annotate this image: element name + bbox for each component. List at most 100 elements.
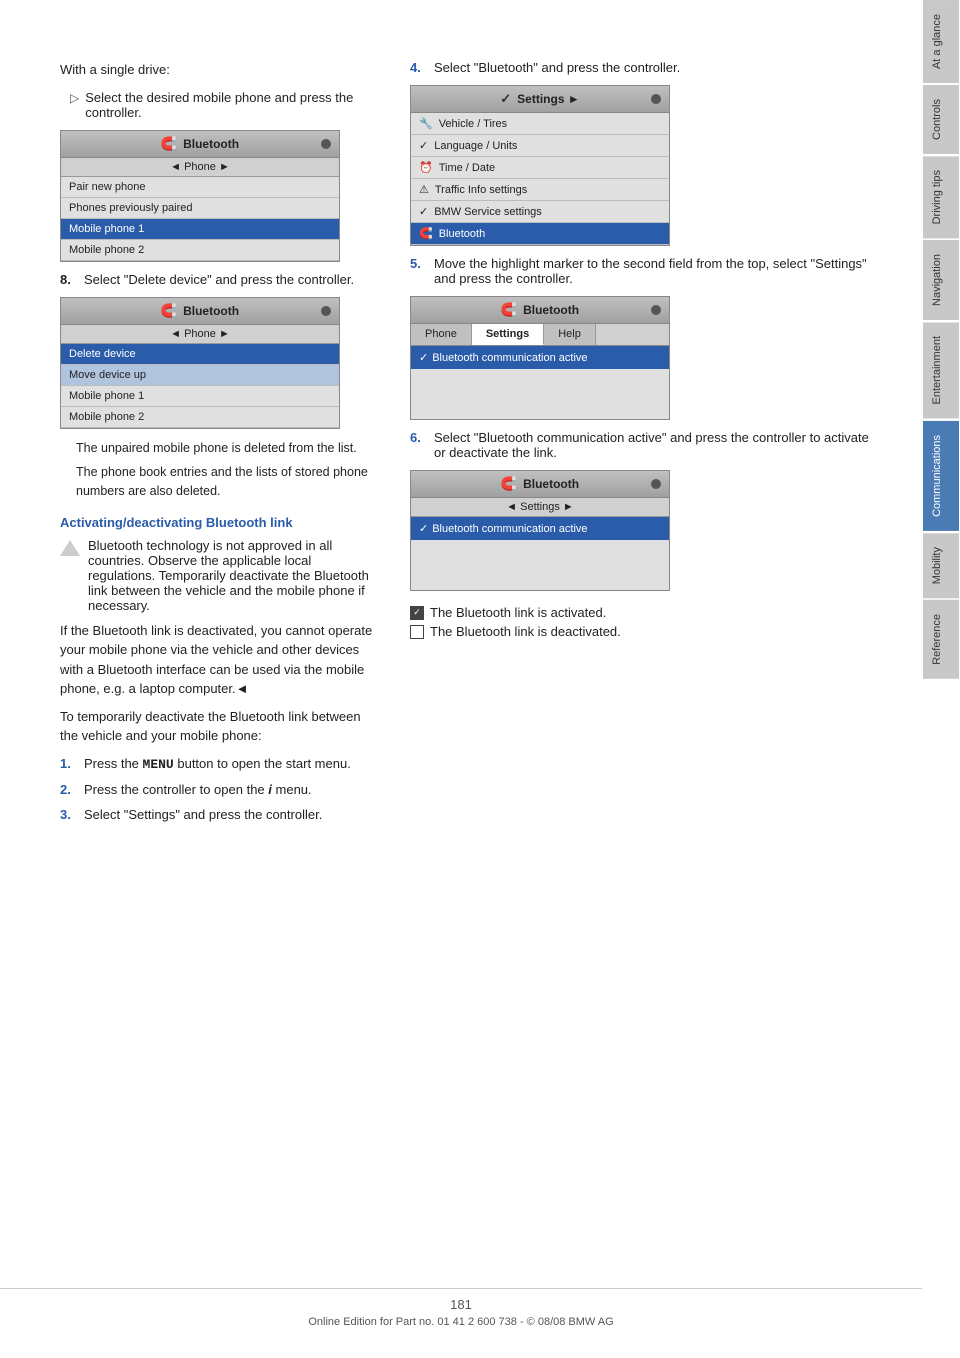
sidebar-tab-entertainment[interactable]: Entertainment — [923, 322, 959, 418]
step5-text: Move the highlight marker to the second … — [434, 256, 872, 286]
screen3-item-3: ⚠ Traffic Info settings — [411, 179, 669, 201]
legend-item-1: The Bluetooth link is deactivated. — [410, 624, 872, 639]
step3-num: 3. — [60, 807, 76, 822]
checkbox-filled-icon: ✓ — [410, 606, 424, 620]
screen3-title: Settings ► — [517, 92, 580, 106]
screen5-empty-area — [411, 540, 669, 590]
settings-icon-1: ✓ — [500, 91, 511, 107]
bluetooth-icon-5: 🧲 — [501, 476, 517, 492]
step1-text: Press the MENU button to open the start … — [84, 756, 351, 772]
screen3-title-bar: ✓ Settings ► — [411, 86, 669, 113]
traffic-icon: ⚠ — [419, 183, 429, 196]
bluetooth-icon-4: 🧲 — [501, 302, 517, 318]
note1-text: The unpaired mobile phone is deleted fro… — [60, 439, 380, 458]
step-1: 1. Press the MENU button to open the sta… — [60, 756, 380, 772]
screen4-dot — [651, 305, 661, 315]
language-icon: ✓ — [419, 139, 428, 152]
screen1-nav: ◄ Phone ► — [61, 158, 339, 177]
step5-num: 5. — [410, 256, 426, 271]
screen2-item-2: Mobile phone 1 — [61, 386, 339, 407]
screen4-title-bar: 🧲 Bluetooth — [411, 297, 669, 324]
screen5-nav-text: ◄ Settings ► — [506, 501, 574, 513]
screen3-item-4: ✓ BMW Service settings — [411, 201, 669, 223]
screen2-nav: ◄ Phone ► — [61, 325, 339, 344]
step-2: 2. Press the controller to open the i me… — [60, 782, 380, 797]
vehicle-icon: 🔧 — [419, 117, 433, 130]
time-icon: ⏰ — [419, 161, 433, 174]
step-6: 6. Select "Bluetooth communication activ… — [410, 430, 872, 460]
screen5-dot — [651, 479, 661, 489]
bt-check-icon-2: ✓ — [419, 522, 428, 535]
screen1-item-2: Mobile phone 1 — [61, 219, 339, 240]
bluetooth-icon-2: 🧲 — [161, 303, 177, 319]
sidebar-tab-reference[interactable]: Reference — [923, 600, 959, 679]
step3-text: Select "Settings" and press the controll… — [84, 807, 322, 822]
footer-text: Online Edition for Part no. 01 41 2 600 … — [308, 1316, 613, 1328]
legend-text-1: The Bluetooth link is deactivated. — [430, 624, 621, 639]
bluetooth-icon-1: 🧲 — [161, 136, 177, 152]
sidebar-tab-driving-tips[interactable]: Driving tips — [923, 156, 959, 238]
screen4-bt-row: ✓ Bluetooth communication active — [411, 346, 669, 369]
sidebar: At a glance Controls Driving tips Naviga… — [922, 0, 960, 1358]
screen-settings: ✓ Settings ► 🔧 Vehicle / Tires ✓ Languag… — [410, 85, 670, 246]
para1-text: If the Bluetooth link is deactivated, yo… — [60, 621, 380, 699]
sidebar-tab-communications[interactable]: Communications — [923, 421, 959, 531]
sidebar-tab-at-a-glance[interactable]: At a glance — [923, 0, 959, 83]
screen1-item-1: Phones previously paired — [61, 198, 339, 219]
screen1-item-0: Pair new phone — [61, 177, 339, 198]
step8-text: Select "Delete device" and press the con… — [84, 272, 354, 287]
screen-bluetooth-2: 🧲 Bluetooth ◄ Phone ► Delete device Move… — [60, 297, 340, 429]
screen4-title: Bluetooth — [523, 303, 579, 317]
tab-help: Help — [544, 324, 596, 345]
screen4-tab-bar: Phone Settings Help — [411, 324, 669, 346]
screen5-title-bar: 🧲 Bluetooth — [411, 471, 669, 498]
screen2-title: Bluetooth — [183, 304, 239, 318]
step4-num: 4. — [410, 60, 426, 75]
screen2-nav-text: ◄ Phone ► — [170, 328, 230, 340]
screen5-bt-row: ✓ Bluetooth communication active — [411, 517, 669, 540]
screen1-nav-text: ◄ Phone ► — [170, 161, 230, 173]
step2-num: 2. — [60, 782, 76, 797]
screen-bluetooth-1: 🧲 Bluetooth ◄ Phone ► Pair new phone Pho… — [60, 130, 340, 262]
screen3-item-2: ⏰ Time / Date — [411, 157, 669, 179]
step-3: 3. Select "Settings" and press the contr… — [60, 807, 380, 822]
bluetooth-icon-3: 🧲 — [419, 227, 433, 240]
screen2-title-bar: 🧲 Bluetooth — [61, 298, 339, 325]
step-5: 5. Move the highlight marker to the seco… — [410, 256, 872, 286]
screen5-nav: ◄ Settings ► — [411, 498, 669, 517]
screen1-item-3: Mobile phone 2 — [61, 240, 339, 261]
warning-triangle-icon — [60, 540, 80, 556]
step6-text: Select "Bluetooth communication active" … — [434, 430, 872, 460]
step4-text: Select "Bluetooth" and press the control… — [434, 60, 680, 75]
screen2-item-0: Delete device — [61, 344, 339, 365]
legend-item-0: ✓ The Bluetooth link is activated. — [410, 605, 872, 620]
bullet-arrow-icon: ▷ — [70, 91, 79, 120]
bt-check-icon: ✓ — [419, 351, 428, 364]
i-label: i — [268, 782, 272, 797]
screen2-dot — [321, 306, 331, 316]
step-8: 8. Select "Delete device" and press the … — [60, 272, 380, 287]
screen5-row-text: Bluetooth communication active — [432, 523, 587, 535]
step8-num: 8. — [60, 272, 76, 287]
checkbox-empty-icon — [410, 625, 424, 639]
step1-num: 1. — [60, 756, 76, 771]
sidebar-tab-mobility[interactable]: Mobility — [923, 533, 959, 598]
screen1-title: Bluetooth — [183, 137, 239, 151]
step-4: 4. Select "Bluetooth" and press the cont… — [410, 60, 872, 75]
left-column: With a single drive: ▷ Select the desire… — [60, 60, 380, 832]
screen4-empty-area — [411, 369, 669, 419]
section-heading: Activating/deactivating Bluetooth link — [60, 515, 380, 530]
para2-text: To temporarily deactivate the Bluetooth … — [60, 707, 380, 746]
screen-bluetooth-tabs: 🧲 Bluetooth Phone Settings Help ✓ Blueto… — [410, 296, 670, 420]
screen-bluetooth-settings: 🧲 Bluetooth ◄ Settings ► ✓ Bluetooth com… — [410, 470, 670, 591]
step2-text: Press the controller to open the i menu. — [84, 782, 312, 797]
warning-text: Bluetooth technology is not approved in … — [88, 538, 380, 613]
screen5-title: Bluetooth — [523, 477, 579, 491]
note2-text: The phone book entries and the lists of … — [60, 463, 380, 501]
intro-text: With a single drive: — [60, 60, 380, 80]
tab-settings: Settings — [472, 324, 544, 345]
sidebar-tab-navigation[interactable]: Navigation — [923, 240, 959, 320]
bmw-icon: ✓ — [419, 205, 428, 218]
screen4-row-text: Bluetooth communication active — [432, 352, 587, 364]
sidebar-tab-controls[interactable]: Controls — [923, 85, 959, 154]
